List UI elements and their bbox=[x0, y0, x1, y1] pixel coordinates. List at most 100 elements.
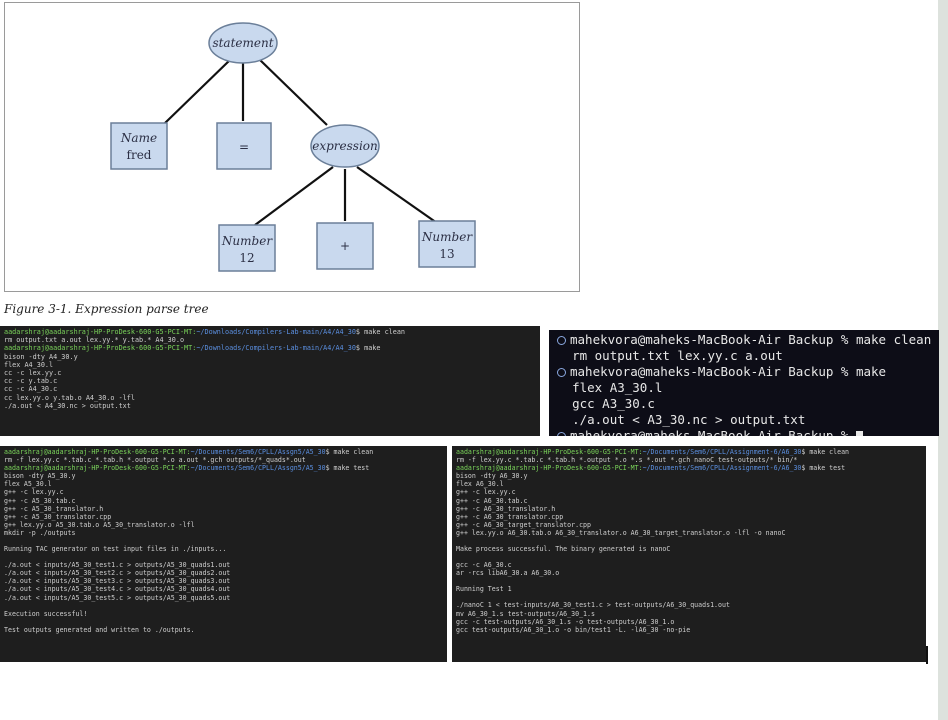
terminal-line: g++ -c A6_30_translator.cpp bbox=[456, 512, 564, 521]
terminal-line: g++ -c lex.yy.c bbox=[456, 488, 516, 497]
terminal-line: Execution successful! bbox=[4, 609, 88, 618]
terminal-line: mv A6_30_1.s test-outputs/A6_30_1.s bbox=[456, 609, 595, 618]
node-name bbox=[110, 122, 168, 170]
terminal-line: flex A4_30.l bbox=[4, 360, 54, 369]
node-number-left-value: 12 bbox=[239, 251, 254, 265]
node-equals-label: = bbox=[239, 140, 249, 154]
prompt-path: ~/Downloads/Compilers-Lab-main/A4/A4_30 bbox=[196, 344, 356, 353]
edge-expression-number-left bbox=[254, 166, 334, 226]
terminal-a6-make-test[interactable]: aadarshraj@aadarshraj-HP-ProDesk-600-G5-… bbox=[452, 446, 926, 662]
output-text: ./a.out < A3_30.nc > output.txt bbox=[572, 412, 806, 427]
parse-tree-figure: statement Name fred = expression Number … bbox=[4, 2, 580, 292]
terminal-line: g++ lex.yy.o A5_30.tab.o A5_30_translato… bbox=[4, 520, 195, 529]
command-text: $ make clean bbox=[801, 448, 850, 456]
prompt-path: ~/Downloads/Compilers-Lab-main/A4/A4_30 bbox=[196, 328, 356, 336]
page-edge bbox=[938, 0, 948, 720]
command-text: $ make test bbox=[325, 464, 370, 473]
terminal-line: rm -f lex.yy.c *.tab.c *.tab.h *.output … bbox=[456, 456, 798, 465]
command-text: $ make clean bbox=[325, 448, 374, 456]
command-text: $ make bbox=[355, 344, 381, 353]
terminal-line: mahekvora@maheks-MacBook-Air Backup % bbox=[557, 428, 931, 436]
text-cursor bbox=[855, 430, 863, 436]
terminal-line: g++ -c A6_30.tab.c bbox=[456, 496, 528, 505]
terminal-line: ./a.out < inputs/A5_30_test3.c > outputs… bbox=[4, 577, 231, 586]
terminal-a5-make-test[interactable]: aadarshraj@aadarshraj-HP-ProDesk-600-G5-… bbox=[0, 446, 447, 662]
terminal-line: gcc -c test-outputs/A6_30_1.s -o test-ou… bbox=[456, 617, 675, 626]
terminal-line: cc -c y.tab.c bbox=[4, 377, 58, 386]
command-text: $ make test bbox=[801, 464, 846, 473]
output-text: flex A3_30.l bbox=[572, 380, 663, 395]
parse-tree-diagram: statement Name fred = expression Number … bbox=[110, 22, 476, 272]
terminal-line: Test outputs generated and written to ./… bbox=[4, 625, 195, 634]
node-number-right-value: 13 bbox=[439, 247, 454, 261]
terminal-line: g++ lex.yy.o A6_30.tab.o A6_30_translato… bbox=[456, 528, 786, 537]
terminal-line: ./nanoC 1 < test-inputs/A6_30_test1.c > … bbox=[456, 601, 730, 610]
terminal-line: Running TAC generator on test input file… bbox=[4, 545, 227, 554]
node-expression-label: expression bbox=[312, 139, 378, 153]
tree-edges bbox=[164, 58, 438, 226]
terminal-line: aadarshraj@aadarshraj-HP-ProDesk-600-G5-… bbox=[4, 464, 443, 472]
prompt-path: ~/Documents/Sem6/CPLL/Assignment-6/A6_30 bbox=[642, 464, 802, 473]
edge-statement-expression bbox=[258, 58, 328, 126]
prompt-path: ~/Documents/Sem6/CPLL/Assignment-6/A6_30 bbox=[642, 448, 802, 456]
terminal-a4-make[interactable]: aadarshraj@aadarshraj-HP-ProDesk-600-G5-… bbox=[0, 326, 540, 436]
command-text: mahekvora@maheks-MacBook-Air Backup % ma… bbox=[570, 364, 887, 379]
terminal-line: gcc -c A6_30.c bbox=[456, 561, 512, 570]
terminal-line: gcc test-outputs/A6_30_1.o -o bin/test1 … bbox=[456, 625, 691, 634]
prompt-user: aadarshraj@aadarshraj-HP-ProDesk-600-G5-… bbox=[4, 448, 191, 456]
node-name-value: fred bbox=[127, 148, 152, 162]
text-cursor-bar bbox=[926, 646, 928, 664]
prompt-path: ~/Documents/Sem6/CPLL/Assgn5/A5_30 bbox=[190, 464, 326, 473]
prompt-user: aadarshraj@aadarshraj-HP-ProDesk-600-G5-… bbox=[4, 328, 197, 336]
edge-expression-number-right bbox=[356, 166, 438, 224]
terminal-line: bison -dty A4_30.y bbox=[4, 352, 78, 361]
terminal-line: ./a.out < inputs/A5_30_test2.c > outputs… bbox=[4, 569, 231, 578]
command-text: mahekvora@maheks-MacBook-Air Backup % ma… bbox=[570, 332, 932, 347]
terminal-line: ./a.out < A4_30.nc > output.txt bbox=[4, 401, 131, 410]
node-statement-label: statement bbox=[212, 36, 273, 50]
terminal-line: aadarshraj@aadarshraj-HP-ProDesk-600-G5-… bbox=[4, 344, 536, 352]
prompt-user: aadarshraj@aadarshraj-HP-ProDesk-600-G5-… bbox=[4, 344, 197, 353]
terminal-line: bison -dty A5_30.y bbox=[4, 472, 76, 481]
tree-nodes bbox=[110, 22, 476, 272]
node-number-left-label: Number bbox=[221, 234, 273, 248]
terminal-line: ./a.out < inputs/A5_30_test5.c > outputs… bbox=[4, 593, 231, 602]
terminal-line: cc lex.yy.o y.tab.o A4_30.o -lfl bbox=[4, 393, 135, 402]
terminal-line: mahekvora@maheks-MacBook-Air Backup % ma… bbox=[557, 332, 931, 348]
prompt-user: aadarshraj@aadarshraj-HP-ProDesk-600-G5-… bbox=[4, 464, 191, 473]
terminal-line: g++ -c lex.yy.c bbox=[4, 488, 64, 497]
terminal-line: bison -dty A6_30.y bbox=[456, 472, 528, 481]
node-number-right-label: Number bbox=[421, 230, 473, 244]
prompt-mark-icon bbox=[557, 432, 566, 436]
terminal-line: g++ -c A5_30_translator.h bbox=[4, 504, 104, 513]
node-plus-label: + bbox=[340, 239, 350, 253]
terminal-line: mahekvora@maheks-MacBook-Air Backup % ma… bbox=[557, 364, 931, 380]
output-text: gcc A3_30.c bbox=[572, 396, 655, 411]
terminal-line: g++ -c A6_30_target_translator.cpp bbox=[456, 520, 591, 529]
terminal-mac-make[interactable]: mahekvora@maheks-MacBook-Air Backup % ma… bbox=[549, 330, 939, 436]
terminal-line: flex A6_30.l bbox=[456, 480, 504, 489]
terminal-line: rm -f lex.yy.c *.tab.c *.tab.h *.output … bbox=[4, 456, 306, 465]
prompt-user: aadarshraj@aadarshraj-HP-ProDesk-600-G5-… bbox=[456, 464, 643, 473]
prompt-user: aadarshraj@aadarshraj-HP-ProDesk-600-G5-… bbox=[456, 448, 643, 456]
terminal-line: aadarshraj@aadarshraj-HP-ProDesk-600-G5-… bbox=[456, 448, 922, 456]
prompt-path: ~/Documents/Sem6/CPLL/Assgn5/A5_30 bbox=[190, 448, 326, 456]
terminal-line: mkdir -p ./outputs bbox=[4, 528, 76, 537]
terminal-line: g++ -c A5_30.tab.c bbox=[4, 496, 76, 505]
prompt-mark-icon bbox=[557, 368, 566, 377]
command-text: $ make clean bbox=[355, 328, 406, 336]
terminal-line: g++ -c A5_30_translator.cpp bbox=[4, 512, 112, 521]
figure-caption: Figure 3-1. Expression parse tree bbox=[4, 302, 209, 316]
terminal-line: cc -c lex.yy.c bbox=[4, 369, 62, 378]
terminal-line: aadarshraj@aadarshraj-HP-ProDesk-600-G5-… bbox=[4, 448, 443, 456]
terminal-line: Running Test 1 bbox=[456, 585, 512, 594]
prompt-mark-icon bbox=[557, 336, 566, 345]
